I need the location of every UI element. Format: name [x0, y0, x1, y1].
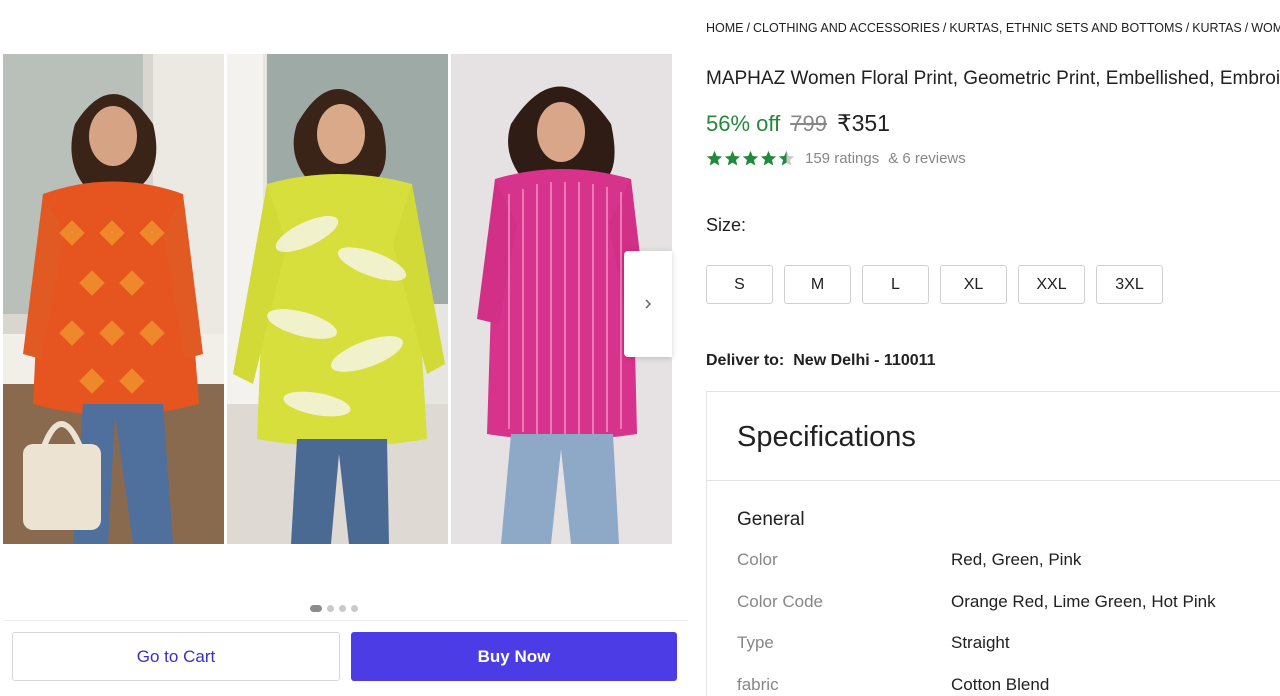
star-icon — [760, 150, 777, 166]
original-price: 799 — [790, 111, 827, 136]
size-selector: S M L XL XXL 3XL — [706, 265, 1163, 304]
breadcrumb: HOME / CLOTHING AND ACCESSORIES / KURTAS… — [706, 21, 1280, 35]
carousel-dot[interactable] — [351, 605, 358, 612]
spec-key: Color — [737, 550, 778, 569]
product-image-orange-kurta[interactable] — [3, 54, 224, 544]
size-option-m[interactable]: M — [784, 265, 851, 304]
star-rating — [706, 150, 795, 167]
breadcrumb-item[interactable]: KURTAS, ETHNIC SETS AND BOTTOMS — [949, 21, 1182, 35]
discount-badge: 56% off — [706, 111, 781, 136]
selling-price: ₹351 — [836, 110, 890, 136]
spec-key: Type — [737, 633, 774, 652]
spec-row: Type Straight — [737, 633, 1277, 653]
size-option-xxl[interactable]: XXL — [1018, 265, 1085, 304]
reviews-count[interactable]: & 6 reviews — [888, 150, 966, 167]
breadcrumb-separator: / — [942, 21, 947, 35]
spec-row: Color Code Orange Red, Lime Green, Hot P… — [737, 592, 1277, 612]
spec-row: fabric Cotton Blend — [737, 675, 1277, 695]
divider — [707, 480, 1280, 481]
go-to-cart-button[interactable]: Go to Cart — [12, 632, 340, 681]
carousel-dot[interactable] — [327, 605, 334, 612]
spec-row: Color Red, Green, Pink — [737, 550, 1277, 570]
deliver-to-address: New Delhi - 110011 — [793, 352, 936, 369]
breadcrumb-item[interactable]: WOMEN — [1251, 21, 1280, 35]
spec-key: Color Code — [737, 592, 823, 611]
half-star-icon — [778, 150, 795, 166]
spec-value: Red, Green, Pink — [951, 550, 1082, 569]
star-icon — [706, 150, 723, 166]
spec-value: Cotton Blend — [951, 675, 1050, 694]
price-row: 56% off 799 ₹351 — [706, 110, 890, 137]
spec-value: Orange Red, Lime Green, Hot Pink — [951, 592, 1216, 611]
breadcrumb-item[interactable]: HOME — [706, 21, 744, 35]
breadcrumb-separator: / — [1185, 21, 1190, 35]
breadcrumb-item[interactable]: CLOTHING AND ACCESSORIES — [753, 21, 940, 35]
carousel-dot[interactable] — [339, 605, 346, 612]
chevron-right-icon — [645, 299, 652, 309]
size-option-xl[interactable]: XL — [940, 265, 1007, 304]
carousel-dot[interactable] — [310, 605, 322, 612]
image-carousel[interactable] — [3, 54, 672, 544]
deliver-to-label: Deliver to: — [706, 352, 785, 369]
star-icon — [724, 150, 741, 166]
rating-row: 159 ratings & 6 reviews — [706, 150, 966, 167]
breadcrumb-separator: / — [746, 21, 750, 35]
breadcrumb-item[interactable]: KURTAS — [1192, 21, 1242, 35]
size-label: Size: — [706, 215, 747, 235]
delivery-location[interactable]: Deliver to: New Delhi - 110011 — [706, 352, 936, 370]
size-option-l[interactable]: L — [862, 265, 929, 304]
spec-key: fabric — [737, 675, 779, 694]
spec-value: Straight — [951, 633, 1010, 652]
carousel-dots — [310, 605, 358, 612]
size-option-3xl[interactable]: 3XL — [1096, 265, 1163, 304]
size-option-s[interactable]: S — [706, 265, 773, 304]
specifications-title: Specifications — [737, 421, 916, 453]
product-gallery: Go to Cart Buy Now — [0, 0, 688, 696]
action-bar: Go to Cart Buy Now — [3, 620, 688, 690]
next-image-button[interactable] — [624, 251, 672, 357]
spec-section-title: General — [737, 509, 805, 530]
star-icon — [742, 150, 759, 166]
specifications-panel: Specifications General Color Red, Green,… — [706, 391, 1280, 696]
buy-now-button[interactable]: Buy Now — [351, 632, 677, 681]
product-details: HOME / CLOTHING AND ACCESSORIES / KURTAS… — [706, 0, 1280, 696]
product-image-lime-kurta[interactable] — [227, 54, 448, 544]
product-title: MAPHAZ Women Floral Print, Geometric Pri… — [706, 68, 1280, 89]
breadcrumb-separator: / — [1244, 21, 1249, 35]
ratings-count[interactable]: 159 ratings — [805, 150, 879, 167]
